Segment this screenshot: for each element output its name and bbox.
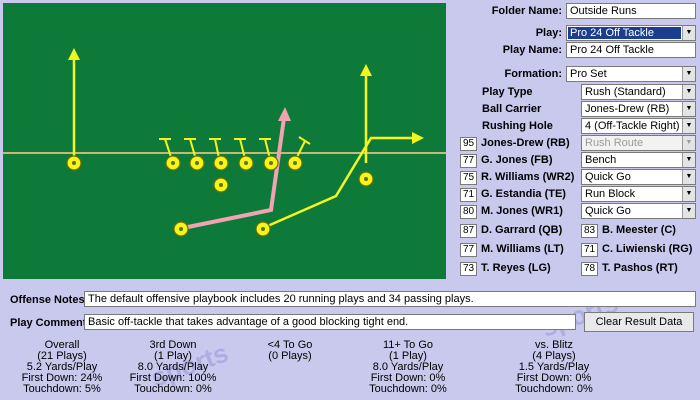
player-number[interactable]: 83 bbox=[581, 224, 598, 238]
player-number[interactable]: 77 bbox=[460, 243, 477, 257]
route-arrowheads bbox=[68, 48, 424, 144]
player-name: Jones-Drew (RB) bbox=[481, 137, 570, 149]
stats-under-4-to-go: <4 To Go (0 Plays) bbox=[230, 340, 350, 362]
stat-touchdown: Touchdown: 0% bbox=[369, 383, 447, 395]
formation-select-value: Pro Set bbox=[570, 68, 607, 80]
chevron-down-icon[interactable]: ▼ bbox=[682, 119, 695, 133]
player-number[interactable]: 73 bbox=[460, 262, 477, 276]
chevron-down-icon[interactable]: ▼ bbox=[682, 170, 695, 184]
rb-lead-route bbox=[262, 136, 416, 230]
play-diagram bbox=[3, 48, 446, 237]
player-name: D. Garrard (QB) bbox=[481, 224, 563, 236]
play-type-label: Play Type bbox=[482, 86, 533, 98]
offensive-players bbox=[66, 155, 374, 237]
chevron-down-icon[interactable]: ▼ bbox=[682, 102, 695, 116]
play-select-value: Pro 24 Off Tackle bbox=[568, 27, 681, 39]
player-number[interactable]: 77 bbox=[460, 154, 477, 168]
player-number[interactable]: 71 bbox=[581, 243, 598, 257]
assignment-select-value: Bench bbox=[585, 154, 617, 166]
rushing-hole-select[interactable]: 4 (Off-Tackle Right) ▼ bbox=[581, 118, 696, 134]
play-label: Play: bbox=[535, 27, 562, 39]
play-type-select-value: Rush (Standard) bbox=[585, 86, 666, 98]
chevron-down-icon[interactable]: ▼ bbox=[682, 67, 695, 81]
player-name: G. Estandia (TE) bbox=[481, 188, 566, 200]
play-select[interactable]: Pro 24 Off Tackle ▼ bbox=[566, 25, 696, 41]
play-comment-field[interactable]: Basic off-tackle that takes advantage of… bbox=[84, 314, 576, 330]
rushing-hole-label: Rushing Hole bbox=[482, 120, 553, 132]
play-name-label: Play Name: bbox=[502, 44, 562, 56]
player-name: G. Jones (FB) bbox=[481, 154, 553, 166]
receiver-routes bbox=[72, 55, 416, 230]
stat-plays: (0 Plays) bbox=[268, 350, 312, 362]
offense-notes-label: Offense Notes: bbox=[10, 294, 89, 306]
player-name: T. Reyes (LG) bbox=[481, 262, 551, 274]
player-name: M. Jones (WR1) bbox=[481, 205, 563, 217]
block-assignments bbox=[159, 136, 311, 164]
offense-notes-field[interactable]: The default offensive playbook includes … bbox=[84, 291, 696, 307]
chevron-down-icon[interactable]: ▼ bbox=[682, 85, 695, 99]
formation-label: Formation: bbox=[504, 68, 562, 80]
ball-carrier-select[interactable]: Jones-Drew (RB) ▼ bbox=[581, 101, 696, 117]
assignment-select-value: Quick Go bbox=[585, 171, 631, 183]
rushing-hole-select-value: 4 (Off-Tackle Right) bbox=[585, 120, 680, 132]
chevron-down-icon: ▼ bbox=[682, 136, 695, 150]
assignment-select[interactable]: Quick Go ▼ bbox=[581, 169, 696, 185]
play-settings-panel: Folder Name: Outside Runs Play: Pro 24 O… bbox=[448, 0, 700, 290]
play-comment-label: Play Comment: bbox=[10, 317, 91, 329]
player-name: C. Liwienski (RG) bbox=[602, 243, 693, 255]
player-name: R. Williams (WR2) bbox=[481, 171, 575, 183]
stat-touchdown: Touchdown: 0% bbox=[134, 383, 212, 395]
rush-route-arrowhead bbox=[278, 107, 291, 121]
stats-11-plus-to-go: 11+ To Go (1 Play) 8.0 Yards/Play First … bbox=[348, 340, 468, 395]
chevron-down-icon[interactable]: ▼ bbox=[682, 153, 695, 167]
player-number[interactable]: 78 bbox=[581, 262, 598, 276]
folder-name-label: Folder Name: bbox=[491, 5, 562, 17]
ball-carrier-label: Ball Carrier bbox=[482, 103, 542, 115]
stats-vs-blitz: vs. Blitz (4 Plays) 1.5 Yards/Play First… bbox=[494, 340, 614, 395]
stat-touchdown: Touchdown: 5% bbox=[23, 383, 101, 395]
assignment-select-value: Rush Route bbox=[585, 137, 644, 149]
player-number[interactable]: 87 bbox=[460, 224, 477, 238]
assignment-select[interactable]: Run Block ▼ bbox=[581, 186, 696, 202]
stat-touchdown: Touchdown: 0% bbox=[515, 383, 593, 395]
formation-select[interactable]: Pro Set ▼ bbox=[566, 66, 696, 82]
player-number[interactable]: 71 bbox=[460, 188, 477, 202]
folder-name-field[interactable]: Outside Runs bbox=[566, 3, 696, 19]
play-name-field[interactable]: Pro 24 Off Tackle bbox=[566, 42, 696, 58]
ball-carrier-select-value: Jones-Drew (RB) bbox=[585, 103, 670, 115]
clear-result-data-button[interactable]: Clear Result Data bbox=[584, 312, 694, 332]
chevron-down-icon[interactable]: ▼ bbox=[682, 204, 695, 218]
player-number[interactable]: 80 bbox=[460, 205, 477, 219]
play-diagram-field[interactable] bbox=[3, 3, 446, 279]
assignment-select[interactable]: Quick Go ▼ bbox=[581, 203, 696, 219]
player-name: M. Williams (LT) bbox=[481, 243, 564, 255]
player-name: B. Meester (C) bbox=[602, 224, 676, 236]
player-number[interactable]: 75 bbox=[460, 171, 477, 185]
stats-overall: Overall (21 Plays) 5.2 Yards/Play First … bbox=[2, 340, 122, 395]
assignment-select[interactable]: Bench ▼ bbox=[581, 152, 696, 168]
assignment-select-value: Quick Go bbox=[585, 205, 631, 217]
assignment-select-value: Run Block bbox=[585, 188, 636, 200]
stats-3rd-down: 3rd Down (1 Play) 8.0 Yards/Play First D… bbox=[113, 340, 233, 395]
rush-route bbox=[182, 117, 286, 230]
player-number[interactable]: 95 bbox=[460, 137, 477, 151]
chevron-down-icon[interactable]: ▼ bbox=[682, 187, 695, 201]
player-name: T. Pashos (RT) bbox=[602, 262, 678, 274]
chevron-down-icon[interactable]: ▼ bbox=[682, 26, 695, 40]
play-type-select[interactable]: Rush (Standard) ▼ bbox=[581, 84, 696, 100]
assignment-select: Rush Route ▼ bbox=[581, 135, 696, 151]
